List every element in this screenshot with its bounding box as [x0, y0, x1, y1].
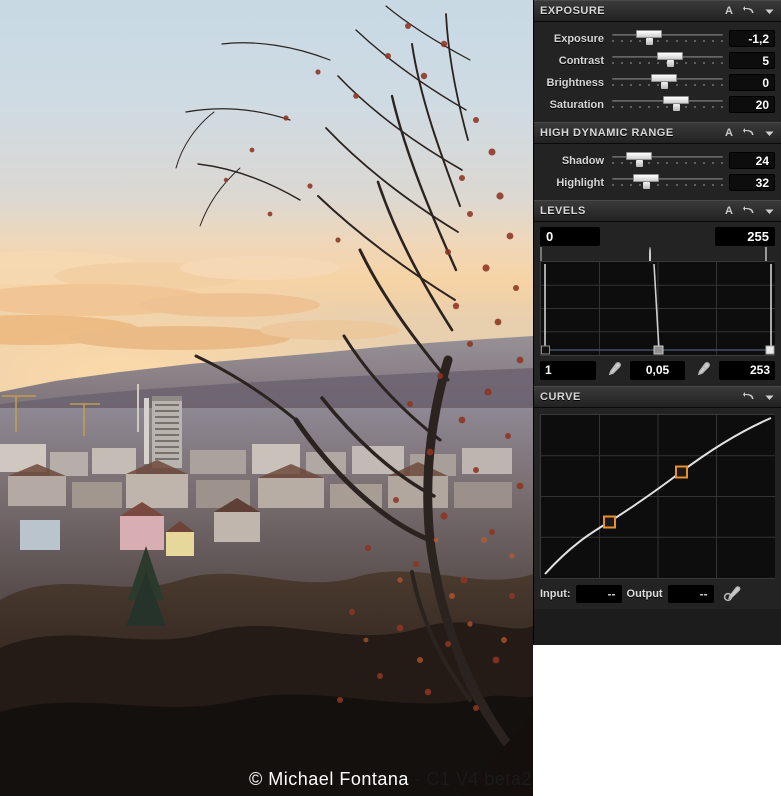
slider-row-brightness: Brightness 0	[534, 72, 781, 93]
levels-histogram[interactable]	[540, 261, 775, 356]
slider-knob-stem	[666, 60, 674, 67]
slider-ticks	[612, 106, 723, 110]
slider-knob-stem	[645, 38, 653, 45]
curve-readout: Input: -- Output --	[540, 584, 775, 604]
chevron-down-icon[interactable]	[764, 6, 775, 17]
slider-ticks	[612, 162, 723, 166]
slider-knob[interactable]	[625, 152, 652, 160]
section-header-hdr[interactable]: HIGH DYNAMIC RANGE A	[534, 122, 781, 144]
levels-output-black-field[interactable]: 1	[540, 360, 596, 380]
section-title-hdr: HIGH DYNAMIC RANGE	[540, 127, 674, 139]
slider-exposure[interactable]	[612, 28, 723, 49]
section-title-curve: CURVE	[540, 391, 581, 403]
photo-preview	[0, 0, 533, 796]
curve-input-label: Input:	[540, 588, 571, 600]
slider-knob-stem	[661, 82, 669, 89]
footer-version: - C1 V4 beta2	[408, 768, 532, 789]
slider-row-highlight: Highlight 32	[534, 172, 781, 193]
slider-brightness[interactable]	[612, 72, 723, 93]
levels-gamma-field[interactable]: 0,05	[629, 360, 686, 380]
slider-knob-stem	[673, 104, 681, 111]
slider-label-brightness: Brightness	[546, 76, 604, 89]
slider-knob[interactable]	[656, 52, 683, 60]
footer-text: © Michael Fontana - C1 V4 beta2	[249, 769, 532, 790]
chevron-down-icon[interactable]	[764, 128, 775, 139]
slider-label-shadow: Shadow	[561, 154, 604, 167]
slider-value-shadow[interactable]: 24	[729, 152, 775, 169]
editing-tools-panel: EXPOSURE A Exposure -1,2 Contrast 5 Brig…	[533, 0, 781, 645]
chevron-down-icon[interactable]	[764, 392, 775, 403]
eyedropper-icon[interactable]	[719, 584, 745, 604]
slider-label-saturation: Saturation	[549, 98, 604, 111]
slider-label-exposure: Exposure	[553, 32, 604, 45]
section-body-curve: Input: -- Output --	[534, 408, 781, 609]
auto-adjust-button-hdr[interactable]: A	[725, 127, 733, 139]
section-body-hdr: Shadow 24 Highlight 32	[534, 144, 781, 200]
reset-arrow-icon[interactable]	[742, 391, 755, 403]
section-title-exposure: EXPOSURE	[540, 5, 606, 17]
slider-label-contrast: Contrast	[558, 54, 604, 67]
slider-row-exposure: Exposure -1,2	[534, 28, 781, 49]
levels-white-handle[interactable]	[765, 247, 776, 266]
slider-row-shadow: Shadow 24	[534, 150, 781, 171]
levels-handles	[539, 247, 776, 266]
section-header-exposure[interactable]: EXPOSURE A	[534, 0, 781, 22]
levels-output-row: 1 0,05 253	[540, 360, 776, 380]
reset-arrow-icon[interactable]	[742, 5, 755, 17]
slider-knob-stem	[643, 182, 651, 189]
slider-value-exposure[interactable]: -1,2	[729, 30, 775, 47]
reset-arrow-icon[interactable]	[742, 205, 755, 217]
photo-image	[0, 0, 533, 796]
footer-credit: © Michael Fontana	[249, 768, 409, 789]
slider-ticks	[612, 184, 723, 188]
section-header-curve[interactable]: CURVE	[534, 386, 781, 408]
slider-track	[612, 178, 723, 180]
reset-arrow-icon[interactable]	[742, 127, 755, 139]
curve-editor[interactable]	[540, 414, 775, 579]
curve-input-value: --	[575, 585, 622, 603]
slider-knob[interactable]	[633, 174, 660, 182]
auto-adjust-button-levels[interactable]: A	[725, 205, 733, 217]
slider-knob[interactable]	[635, 30, 662, 38]
levels-input-row: 0 255	[540, 227, 775, 246]
eyedropper-icon[interactable]	[689, 360, 715, 380]
slider-label-highlight: Highlight	[556, 176, 604, 189]
slider-row-saturation: Saturation 20	[534, 94, 781, 115]
levels-gamma-handle[interactable]	[648, 247, 659, 266]
section-header-levels[interactable]: LEVELS A	[534, 200, 781, 222]
slider-knob[interactable]	[651, 74, 678, 82]
levels-input-black-field[interactable]: 0	[540, 227, 600, 246]
slider-knob[interactable]	[663, 96, 690, 104]
slider-saturation[interactable]	[612, 94, 723, 115]
slider-ticks	[612, 40, 723, 44]
curve-output-value: --	[667, 585, 714, 603]
slider-shadow[interactable]	[612, 150, 723, 171]
slider-contrast[interactable]	[612, 50, 723, 71]
slider-row-contrast: Contrast 5	[534, 50, 781, 71]
footer-caption: © Michael Fontana - C1 V4 beta2	[0, 762, 781, 796]
section-body-exposure: Exposure -1,2 Contrast 5 Brightness 0 Sa…	[534, 22, 781, 122]
slider-knob-stem	[635, 160, 643, 167]
slider-value-brightness[interactable]: 0	[729, 74, 775, 91]
levels-input-white-field[interactable]: 255	[715, 227, 775, 246]
slider-value-saturation[interactable]: 20	[729, 96, 775, 113]
levels-output-white-field[interactable]: 253	[719, 360, 776, 380]
auto-adjust-button-exposure[interactable]: A	[725, 5, 733, 17]
section-body-levels: 0 255 1 0,05 253	[534, 222, 781, 386]
section-title-levels: LEVELS	[540, 205, 586, 217]
slider-value-contrast[interactable]: 5	[729, 52, 775, 69]
levels-black-handle[interactable]	[539, 247, 551, 266]
curve-output-label: Output	[626, 588, 663, 600]
slider-value-highlight[interactable]: 32	[729, 174, 775, 191]
eyedropper-icon[interactable]	[600, 360, 626, 380]
slider-track	[612, 34, 723, 36]
slider-highlight[interactable]	[612, 172, 723, 193]
chevron-down-icon[interactable]	[764, 206, 775, 217]
